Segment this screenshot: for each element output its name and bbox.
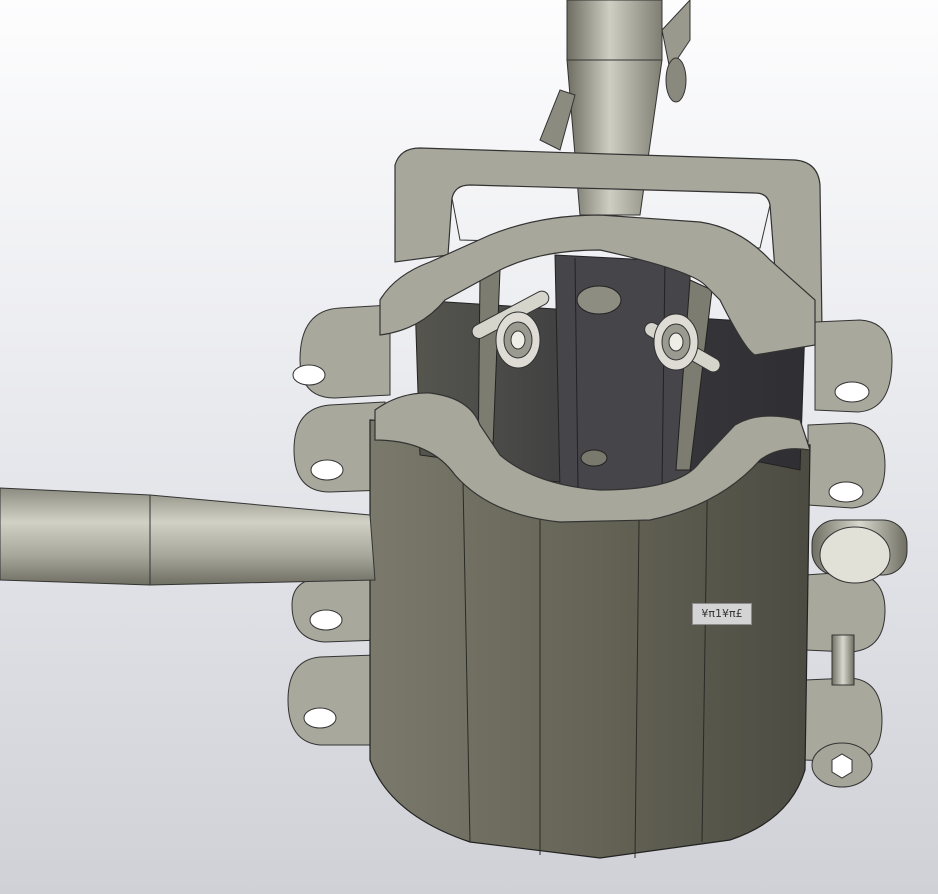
cad-3d-viewport[interactable]: ¥π1¥π£ <box>0 0 938 894</box>
mounting-ear[interactable] <box>807 422 886 509</box>
annotation-label: ¥π1¥π£ <box>701 607 743 620</box>
socket-head-screw[interactable] <box>811 742 873 788</box>
horizontal-shaft[interactable] <box>0 487 376 586</box>
cad-model-render[interactable] <box>0 0 938 894</box>
mounting-ear[interactable] <box>292 304 391 399</box>
mounting-ear[interactable] <box>291 574 381 643</box>
annotation-tag[interactable]: ¥π1¥π£ <box>692 603 752 625</box>
mounting-ear[interactable] <box>287 654 376 746</box>
mounting-ear[interactable] <box>814 319 893 413</box>
